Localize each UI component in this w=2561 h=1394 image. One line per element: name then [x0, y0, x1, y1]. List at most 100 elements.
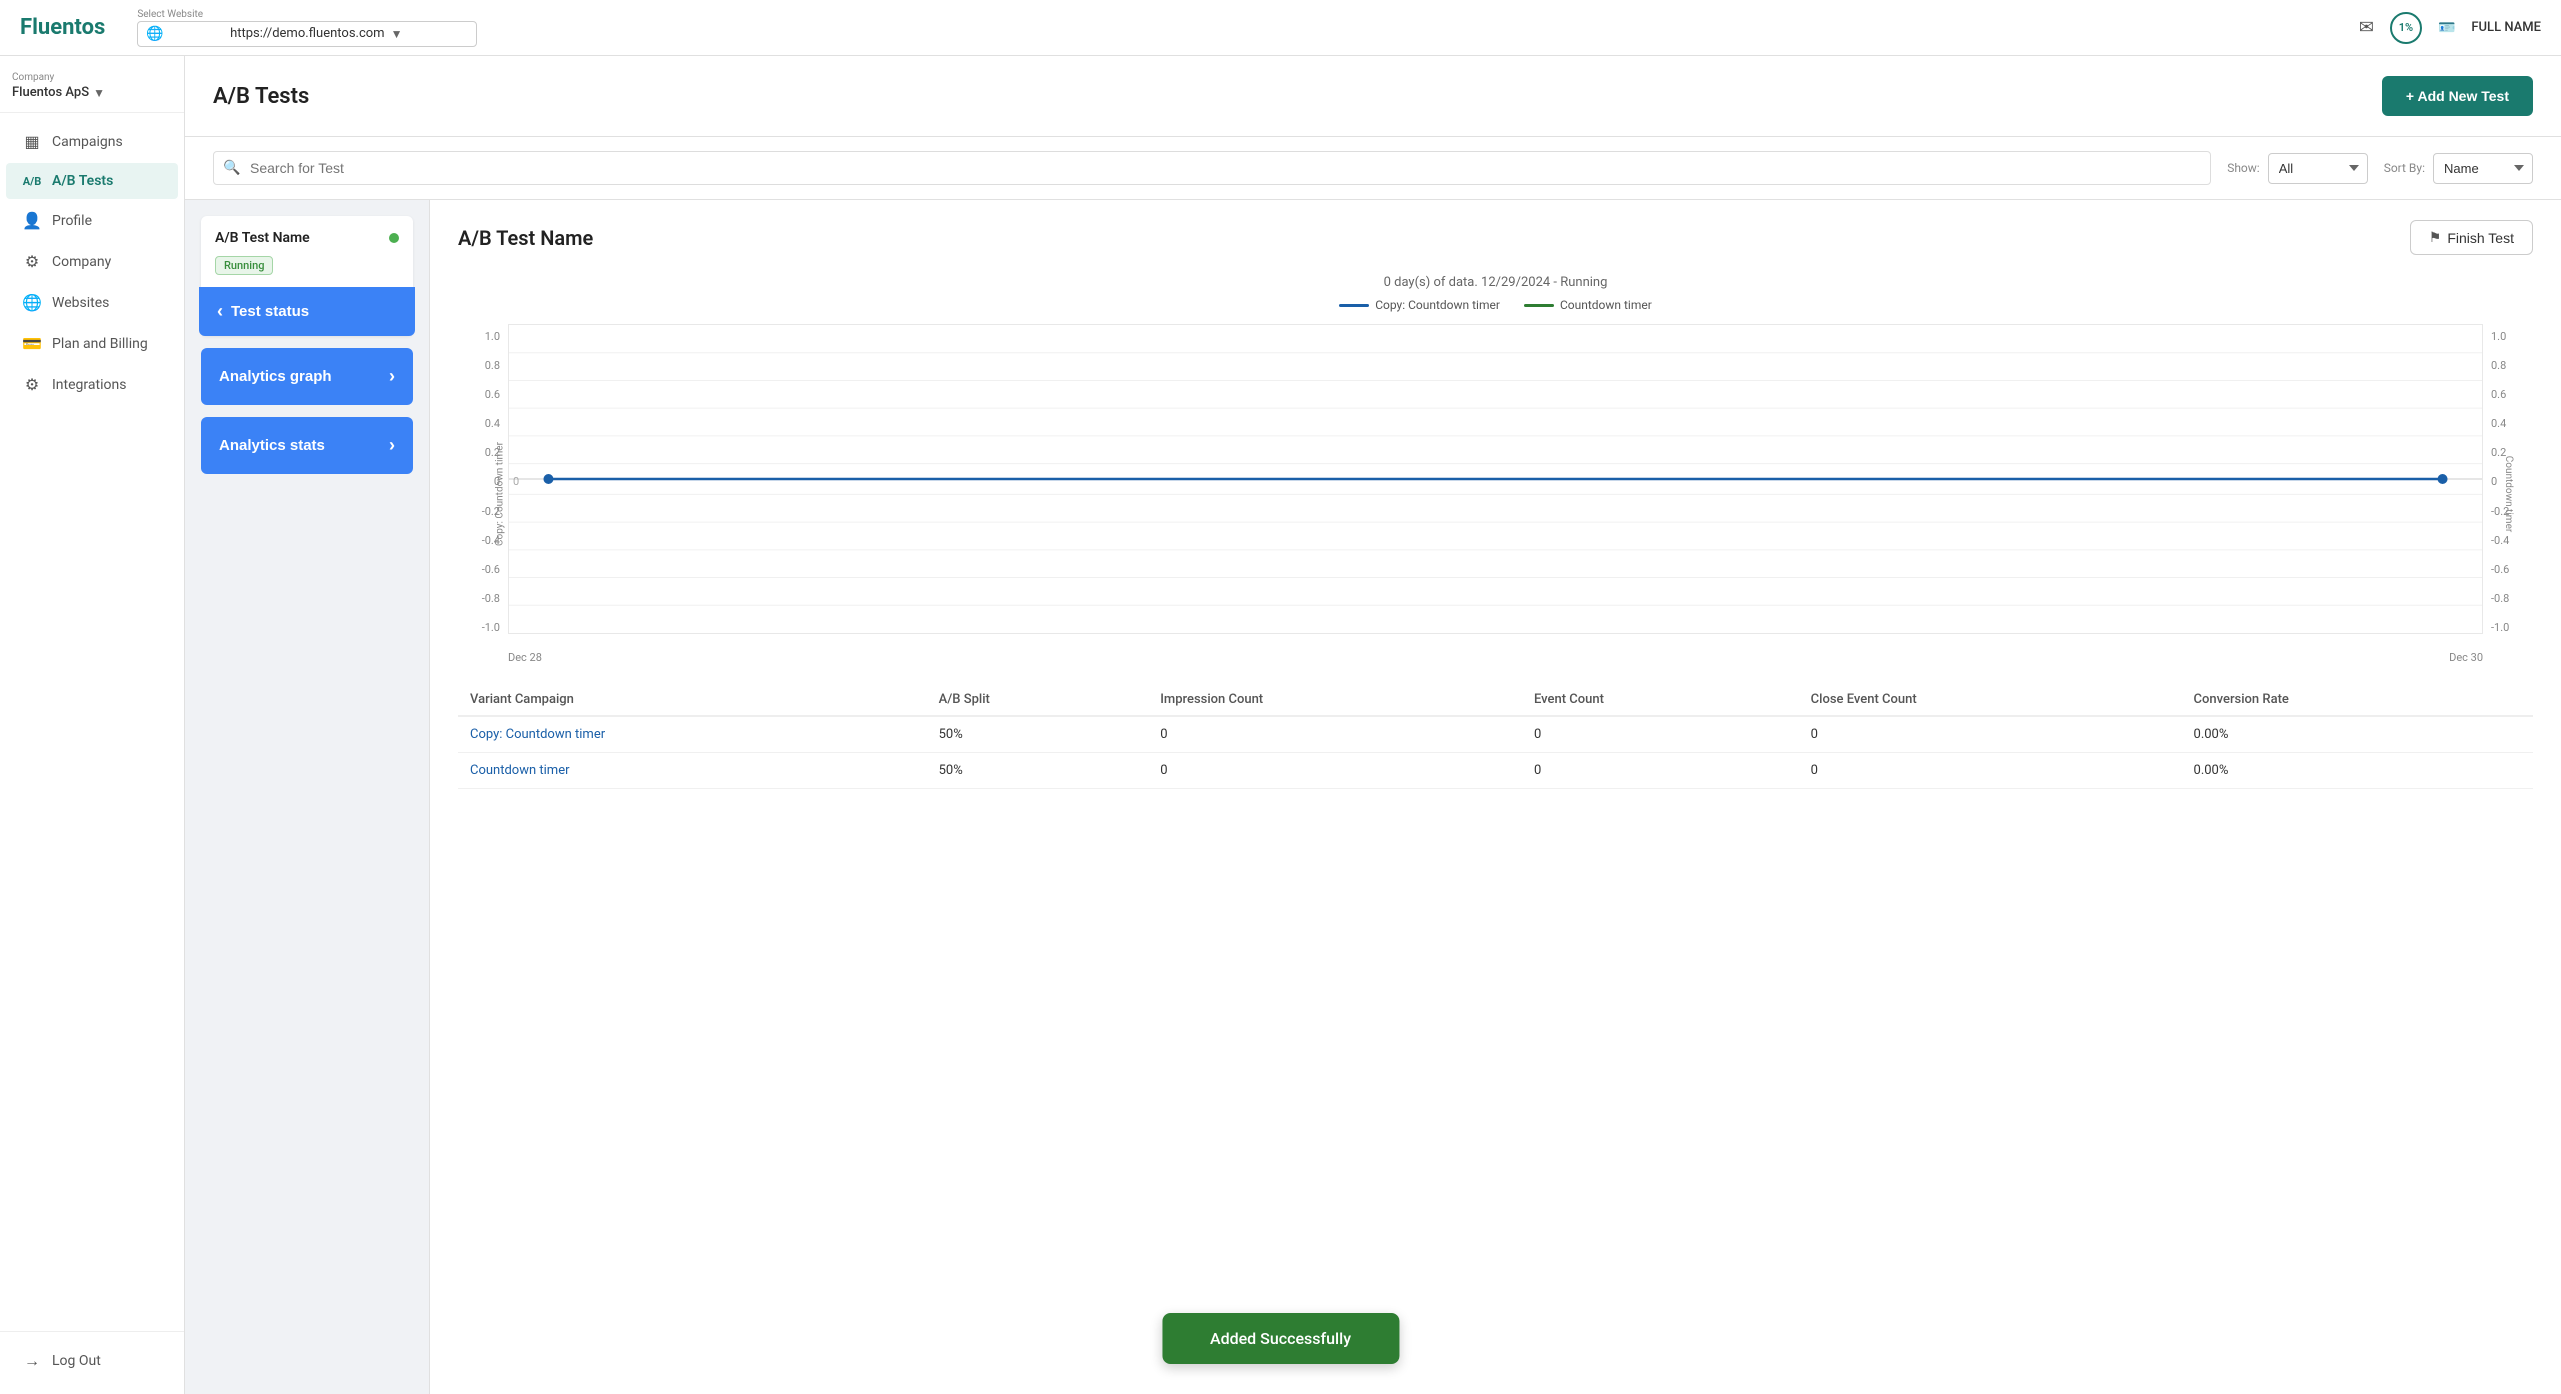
- company-select[interactable]: Fluentos ApS ▼: [12, 85, 172, 100]
- sidebar-item-label: A/B Tests: [52, 173, 113, 189]
- sidebar-item-label: Integrations: [52, 377, 126, 393]
- legend-line-blue: [1339, 304, 1369, 307]
- analytics-stats-button[interactable]: Analytics stats ›: [201, 417, 413, 474]
- website-selector[interactable]: Select Website 🌐 https://demo.fluentos.c…: [137, 9, 477, 47]
- sidebar-item-campaigns[interactable]: ▦ Campaigns: [6, 122, 178, 161]
- user-name[interactable]: FULL NAME: [2471, 20, 2541, 35]
- variant-link-1[interactable]: Copy: Countdown timer: [470, 727, 605, 742]
- right-arrow-icon-2: ›: [389, 435, 395, 456]
- show-filter-select[interactable]: All Running Paused Finished: [2268, 153, 2368, 184]
- left-arrow-icon: ‹: [217, 301, 223, 322]
- page-header: A/B Tests + Add New Test: [185, 56, 2561, 137]
- status-dot: [389, 233, 399, 243]
- sort-filter-select[interactable]: Name Date Status: [2433, 153, 2533, 184]
- sort-label: Sort By:: [2384, 161, 2425, 175]
- campaigns-icon: ▦: [22, 132, 42, 151]
- sidebar-bottom: → Log Out: [0, 1331, 184, 1382]
- variant-name-2: Countdown timer: [458, 753, 927, 789]
- analytics-graph-button[interactable]: Analytics graph ›: [201, 348, 413, 405]
- analytics-stats-label: Analytics stats: [219, 437, 325, 454]
- chart-inner: 0: [508, 324, 2483, 634]
- company-label: Company: [12, 72, 172, 83]
- right-arrow-icon: ›: [389, 366, 395, 387]
- websites-icon: 🌐: [22, 293, 42, 312]
- col-header-close-events: Close Event Count: [1799, 684, 2182, 716]
- legend-label-countdown: Countdown timer: [1560, 298, 1652, 312]
- topbar-right: ✉ 1% 🪪 FULL NAME: [2359, 12, 2541, 44]
- analytics-graph-label: Analytics graph: [219, 368, 332, 385]
- col-header-impressions: Impression Count: [1148, 684, 1522, 716]
- sidebar-item-label: Campaigns: [52, 134, 123, 150]
- sidebar-item-label: Company: [52, 254, 111, 270]
- conversion-2: 0.00%: [2182, 753, 2533, 789]
- test-detail-header: A/B Test Name ⚑ Finish Test: [458, 220, 2533, 255]
- stats-table: Variant Campaign A/B Split Impression Co…: [458, 684, 2533, 789]
- sidebar-item-integrations[interactable]: ⚙ Integrations: [6, 365, 178, 404]
- search-filter-bar: 🔍 Show: All Running Paused Finished Sort…: [185, 137, 2561, 200]
- test-detail-title: A/B Test Name: [458, 226, 593, 250]
- flag-icon: ⚑: [2429, 229, 2442, 246]
- profile-icon: 👤: [22, 211, 42, 230]
- col-header-conversion: Conversion Rate: [2182, 684, 2533, 716]
- split-1: 50%: [927, 716, 1149, 753]
- ab-tests-icon: A/B: [22, 175, 42, 188]
- add-new-test-button[interactable]: + Add New Test: [2382, 76, 2533, 116]
- sidebar-item-profile[interactable]: 👤 Profile: [6, 201, 178, 240]
- toast-notification: Added Successfully: [1162, 1313, 1399, 1364]
- y-axis-label-left: Copy: Countdown timer: [494, 442, 505, 546]
- x-label-end: Dec 30: [2449, 651, 2483, 664]
- legend-item-copy: Copy: Countdown timer: [1339, 298, 1500, 312]
- main-layout: Company Fluentos ApS ▼ ▦ Campaigns A/B A…: [0, 56, 2561, 1394]
- sidebar-item-ab-tests[interactable]: A/B A/B Tests: [6, 163, 178, 199]
- website-select-dropdown[interactable]: 🌐 https://demo.fluentos.com ▼: [137, 21, 477, 47]
- topbar: Fluentos Select Website 🌐 https://demo.f…: [0, 0, 2561, 56]
- avatar[interactable]: 1%: [2390, 12, 2422, 44]
- website-url: https://demo.fluentos.com: [230, 26, 385, 41]
- mail-icon[interactable]: ✉: [2359, 17, 2374, 38]
- sidebar-item-company[interactable]: ⚙ Company: [6, 242, 178, 281]
- chevron-down-icon: ▼: [391, 27, 469, 41]
- table-header: Variant Campaign A/B Split Impression Co…: [458, 684, 2533, 716]
- close-events-1: 0: [1799, 716, 2182, 753]
- right-panel: A/B Test Name ⚑ Finish Test 0 day(s) of …: [430, 200, 2561, 1394]
- col-header-events: Event Count: [1522, 684, 1799, 716]
- sidebar-item-websites[interactable]: 🌐 Websites: [6, 283, 178, 322]
- search-icon: 🔍: [223, 160, 240, 176]
- impressions-2: 0: [1148, 753, 1522, 789]
- company-selector[interactable]: Company Fluentos ApS ▼: [0, 68, 184, 113]
- finish-test-label: Finish Test: [2447, 230, 2514, 246]
- globe-icon: 🌐: [146, 26, 224, 42]
- variant-link-2[interactable]: Countdown timer: [470, 763, 570, 778]
- y-axis-label-right: Countdown timer: [2503, 456, 2514, 533]
- events-1: 0: [1522, 716, 1799, 753]
- table-row: Countdown timer 50% 0 0 0 0.00%: [458, 753, 2533, 789]
- billing-icon: 💳: [22, 334, 42, 353]
- col-header-variant: Variant Campaign: [458, 684, 927, 716]
- sort-filter-group: Sort By: Name Date Status: [2384, 153, 2533, 184]
- test-status-label: Test status: [231, 303, 309, 320]
- search-input[interactable]: [213, 151, 2211, 185]
- sidebar-item-logout[interactable]: → Log Out: [6, 1341, 178, 1381]
- chart-info: 0 day(s) of data. 12/29/2024 - Running: [458, 275, 2533, 290]
- running-badge: Running: [215, 256, 273, 275]
- company-icon: ⚙: [22, 252, 42, 271]
- variant-name-1: Copy: Countdown timer: [458, 716, 927, 753]
- events-2: 0: [1522, 753, 1799, 789]
- page-title: A/B Tests: [213, 84, 309, 109]
- col-header-split: A/B Split: [927, 684, 1149, 716]
- sidebar-item-label: Plan and Billing: [52, 336, 148, 352]
- sidebar: Company Fluentos ApS ▼ ▦ Campaigns A/B A…: [0, 56, 185, 1394]
- website-select-label: Select Website: [137, 9, 477, 20]
- test-status-button[interactable]: ‹ Test status: [199, 287, 415, 336]
- split-2: 50%: [927, 753, 1149, 789]
- finish-test-button[interactable]: ⚑ Finish Test: [2410, 220, 2533, 255]
- conversion-1: 0.00%: [2182, 716, 2533, 753]
- app-logo: Fluentos: [20, 15, 105, 40]
- legend-item-countdown: Countdown timer: [1524, 298, 1652, 312]
- impressions-1: 0: [1148, 716, 1522, 753]
- chart-svg: 0: [509, 325, 2482, 633]
- sidebar-item-plan-billing[interactable]: 💳 Plan and Billing: [6, 324, 178, 363]
- table-row: Copy: Countdown timer 50% 0 0 0 0.00%: [458, 716, 2533, 753]
- company-chevron-icon: ▼: [93, 86, 105, 100]
- chart-container: 0 day(s) of data. 12/29/2024 - Running C…: [458, 275, 2533, 664]
